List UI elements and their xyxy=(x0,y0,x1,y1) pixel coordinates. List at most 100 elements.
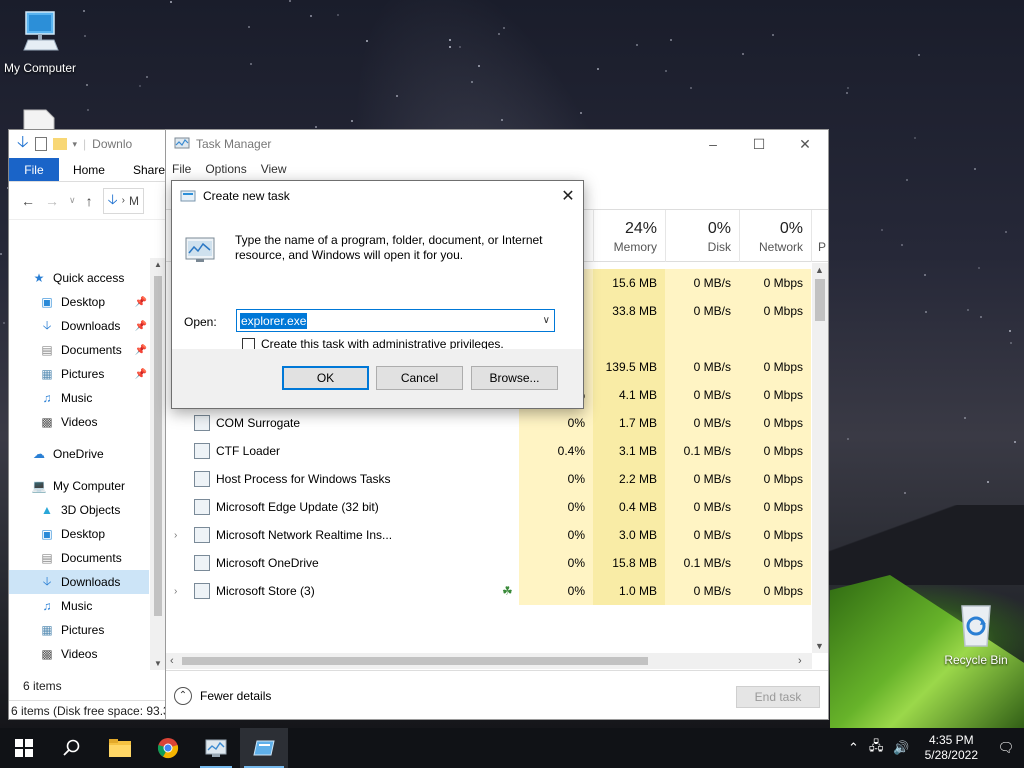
nav-item-music[interactable]: ♫ Music xyxy=(9,386,149,410)
star xyxy=(918,54,920,56)
address-input[interactable]: 🡣 › M xyxy=(102,187,144,214)
chevron-up-icon[interactable]: ⌃ xyxy=(843,740,864,756)
cancel-button[interactable]: Cancel xyxy=(376,366,463,390)
chrome-icon xyxy=(157,738,179,759)
nav-item-videos[interactable]: ▩ Videos xyxy=(9,410,149,434)
maximize-icon[interactable]: ☐ xyxy=(736,136,782,153)
scrollbar-thumb[interactable] xyxy=(154,276,162,616)
process-mem-cell: 33.8 MB xyxy=(593,297,665,325)
navigation-scrollbar[interactable]: ▲ ▼ xyxy=(150,258,165,670)
minimize-icon[interactable]: – xyxy=(690,136,736,153)
column-power[interactable]: . P xyxy=(811,210,828,262)
star xyxy=(847,438,849,440)
volume-icon[interactable]: 🔊 xyxy=(888,740,914,756)
desktop-icon-recycle-bin[interactable]: Recycle Bin xyxy=(936,600,1016,667)
menu-bar: File Options View xyxy=(166,158,828,180)
chevron-down-icon[interactable]: ∨ xyxy=(69,195,76,206)
process-row[interactable]: COM Surrogate 0% 1.7 MB 0 MB/s 0 Mbps xyxy=(166,409,811,437)
nav-item-downloads[interactable]: 🡣 Downloads 📌 xyxy=(9,314,149,338)
scrollbar-thumb[interactable] xyxy=(815,279,825,321)
process-list-vscrollbar[interactable]: ▲ ▼ xyxy=(812,263,828,653)
star xyxy=(987,481,989,483)
nav-item-onedrive[interactable]: ☁ OneDrive xyxy=(9,442,149,466)
navigation-pane: ★ Quick access ▣ Desktop 📌 🡣 Downloads 📌 ▤ Docume… xyxy=(9,266,149,666)
open-input-value[interactable]: explorer.exe xyxy=(240,312,308,329)
nav-item-downloads[interactable]: 🡣 Downloads xyxy=(9,570,149,594)
forward-arrow-icon[interactable]: → xyxy=(45,193,59,209)
column-network[interactable]: 0% Network xyxy=(739,210,811,262)
process-net-cell: 0 Mbps xyxy=(739,577,811,605)
star xyxy=(501,119,503,121)
close-icon[interactable]: ✕ xyxy=(553,186,583,206)
back-arrow-icon[interactable]: ← xyxy=(21,193,35,209)
ribbon-tab-home[interactable]: Home xyxy=(59,158,119,181)
menu-options[interactable]: Options xyxy=(205,162,246,176)
download-arrow-icon[interactable]: 🡣 xyxy=(17,131,29,158)
menu-file[interactable]: File xyxy=(172,162,191,176)
properties-icon[interactable] xyxy=(34,137,47,151)
ribbon-tab-file[interactable]: File xyxy=(9,158,59,181)
process-row[interactable]: › Microsoft Network Realtime Ins... 0% 3.0 … xyxy=(166,521,811,549)
taskbar-chrome[interactable] xyxy=(144,728,192,768)
close-icon[interactable]: ✕ xyxy=(782,136,828,153)
process-row[interactable]: › Microsoft Store (3) ☘ 0% 1.0 MB 0 MB/s 0 Mbp… xyxy=(166,577,811,605)
nav-item-quick-access[interactable]: ★ Quick access xyxy=(9,266,149,290)
star xyxy=(139,85,141,87)
nav-item-pictures[interactable]: ▦ Pictures 📌 xyxy=(9,362,149,386)
scroll-right-icon[interactable]: › xyxy=(798,655,802,667)
nav-item-documents[interactable]: ▤ Documents 📌 xyxy=(9,338,149,362)
nav-item-documents[interactable]: ▤ Documents xyxy=(9,546,149,570)
nav-item-3d-objects[interactable]: ▲ 3D Objects xyxy=(9,498,149,522)
column-memory[interactable]: 24% Memory xyxy=(593,210,665,262)
scroll-up-icon[interactable]: ▲ xyxy=(154,260,162,269)
scrollbar-thumb[interactable] xyxy=(182,657,648,665)
process-row[interactable]: Microsoft OneDrive 0% 15.8 MB 0.1 MB/s 0 Mbp… xyxy=(166,549,811,577)
nav-item-desktop[interactable]: ▣ Desktop 📌 xyxy=(9,290,149,314)
notification-icon[interactable]: 🗨 xyxy=(988,740,1024,756)
scroll-down-icon[interactable]: ▼ xyxy=(154,659,162,668)
search-button[interactable] xyxy=(48,728,96,768)
open-combobox[interactable]: explorer.exe ∨ xyxy=(236,309,555,332)
process-row[interactable]: Host Process for Windows Tasks 0% 2.2 MB 0 … xyxy=(166,465,811,493)
desktop-icon-label: My Computer xyxy=(3,61,77,75)
videos-icon: ▩ xyxy=(41,647,53,661)
end-task-button[interactable]: End task xyxy=(736,686,820,708)
fewer-details-button[interactable]: ⌃ Fewer details xyxy=(166,686,271,705)
chevron-right-icon[interactable]: › xyxy=(174,586,177,597)
process-list-hscrollbar[interactable]: ‹ › xyxy=(166,653,812,669)
taskbar-task-manager[interactable] xyxy=(192,728,240,768)
process-row[interactable]: CTF Loader 0.4% 3.1 MB 0.1 MB/s 0 Mbps xyxy=(166,437,811,465)
nav-item-music[interactable]: ♫ Music xyxy=(9,594,149,618)
browse-button[interactable]: Browse... xyxy=(471,366,558,390)
nav-item-desktop[interactable]: ▣ Desktop xyxy=(9,522,149,546)
process-row[interactable]: Microsoft Edge Update (32 bit) 0% 0.4 MB 0 … xyxy=(166,493,811,521)
menu-view[interactable]: View xyxy=(261,162,287,176)
file-explorer-window: 🡣 ▾ | Downlo File Home Share ← → ∨ ↑ 🡣 ›… xyxy=(8,129,166,720)
scroll-up-icon[interactable]: ▲ xyxy=(815,265,824,275)
scroll-left-icon[interactable]: ‹ xyxy=(170,655,174,667)
taskbar-run-dialog[interactable] xyxy=(240,728,288,768)
start-button[interactable] xyxy=(0,728,48,768)
scroll-down-icon[interactable]: ▼ xyxy=(815,641,824,651)
folder-icon[interactable] xyxy=(52,138,67,150)
computer-icon xyxy=(23,11,59,51)
ribbon-tab-share[interactable]: Share xyxy=(119,158,165,181)
taskbar-file-explorer[interactable] xyxy=(96,728,144,768)
chevron-down-icon[interactable]: ∨ xyxy=(543,315,550,326)
up-arrow-icon[interactable]: ↑ xyxy=(86,193,93,209)
nav-item-videos[interactable]: ▩ Videos xyxy=(9,642,149,666)
chevron-down-icon[interactable]: ▾ xyxy=(73,139,78,150)
star xyxy=(690,87,692,89)
process-net-cell: 0 Mbps xyxy=(739,409,811,437)
nav-item-pictures[interactable]: ▦ Pictures xyxy=(9,618,149,642)
run-icon xyxy=(180,190,196,202)
clock[interactable]: 4:35 PM 5/28/2022 xyxy=(915,733,988,763)
ok-button[interactable]: OK xyxy=(282,366,369,390)
desktop-icon-my-computer[interactable]: My Computer xyxy=(0,8,80,75)
process-cpu-cell: 0% xyxy=(519,521,593,549)
network-icon[interactable]: 🖧 xyxy=(864,737,889,759)
nav-item-my-computer[interactable]: 💻 My Computer xyxy=(9,474,149,498)
desktop-icon-label: Recycle Bin xyxy=(944,653,1008,667)
column-disk[interactable]: 0% Disk xyxy=(665,210,739,262)
chevron-right-icon[interactable]: › xyxy=(174,530,177,541)
